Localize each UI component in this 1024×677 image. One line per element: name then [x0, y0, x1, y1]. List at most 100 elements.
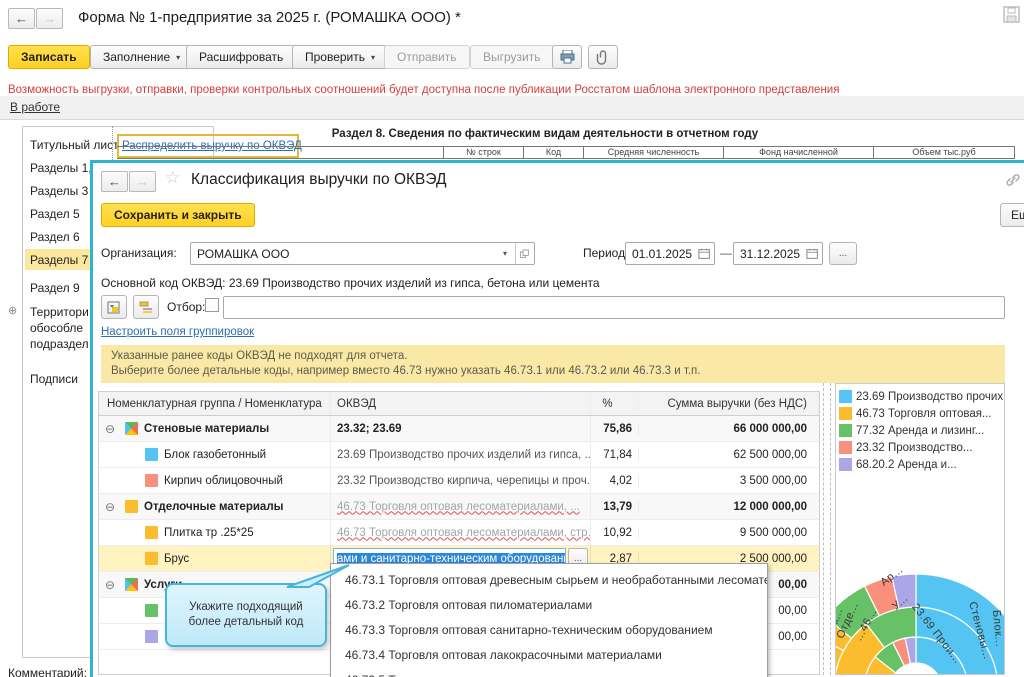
chevron-down-icon[interactable]: ▾	[499, 249, 511, 258]
calendar-icon[interactable]	[806, 247, 822, 261]
row-okved-invalid: 46.73 Торговля оптовая лесоматериалами, …	[337, 526, 591, 539]
table-row[interactable]: Блок газобетонный 23.69 Производство про…	[99, 442, 819, 468]
sidebar-item[interactable]: Разделы 1,2	[30, 161, 98, 175]
open-form-icon[interactable]	[516, 247, 534, 261]
link-icon[interactable]	[1005, 172, 1021, 188]
fill-button[interactable]: Заполнение ▾	[90, 45, 194, 69]
chevron-down-icon: ▾	[176, 52, 181, 62]
group-color-icon	[125, 500, 138, 513]
page-title: Форма № 1-предприятие за 2025 г. (РОМАШК…	[78, 9, 461, 26]
filter-checkbox[interactable]	[205, 298, 219, 312]
sidebar-item[interactable]: Территори обособле подраздел	[30, 304, 89, 352]
period-from-value: 01.01.2025	[632, 246, 693, 261]
row-sum: 62 500 000,00	[733, 448, 807, 461]
dropdown-item[interactable]: 46.73.4 Торговля оптовая лакокрасочными …	[331, 643, 767, 668]
organization-field[interactable]: РОМАШКА ООО ▾	[190, 242, 535, 265]
attach-button[interactable]	[588, 45, 618, 69]
sidebar-item-active[interactable]: Разделы 7	[30, 253, 88, 267]
modal-forward-button[interactable]: →	[129, 171, 156, 192]
group-color-icon	[125, 578, 138, 591]
organization-label: Организация:	[101, 246, 177, 260]
chevron-down-icon: ▾	[371, 52, 376, 62]
row-pct: 75,86	[591, 422, 639, 435]
grouping-icon	[107, 300, 120, 314]
check-button[interactable]: Проверить ▾	[292, 45, 389, 69]
more-button[interactable]: Еще	[1000, 203, 1024, 227]
save-close-button[interactable]: Сохранить и закрыть	[101, 203, 255, 227]
item-color-icon	[145, 630, 158, 643]
collapse-groups-button[interactable]	[133, 295, 159, 319]
favorite-star-icon[interactable]: ☆	[165, 168, 180, 188]
table-scrollbar[interactable]	[823, 383, 831, 675]
column-header: Средняя численность	[583, 147, 723, 158]
period-to-field[interactable]: 31.12.2025	[733, 242, 823, 265]
status-band: В работе	[0, 96, 1024, 120]
setup-grouping-link[interactable]: Настроить поля группировок	[101, 326, 254, 338]
period-from-field[interactable]: 01.01.2025	[625, 242, 715, 265]
group-color-icon	[125, 422, 138, 435]
section8-title: Раздел 8. Сведения по фактическим видам …	[331, 128, 759, 140]
chart-panel: 23.69 Производство прочих... 46.73 Торго…	[835, 383, 1005, 675]
row-name: Кирпич облицовочный	[164, 474, 283, 487]
sidebar-item[interactable]: Разделы 3	[30, 184, 88, 198]
callout-arrow	[286, 564, 350, 588]
row-pct: 13,79	[591, 500, 639, 513]
hint-line2: более детальный код	[188, 616, 304, 628]
table-row[interactable]: ⊖ Стеновые материалы 23.32; 23.69 75,86 6…	[99, 416, 819, 442]
column-header[interactable]: ОКВЭД	[331, 392, 591, 415]
sidebar-item[interactable]: Подписи	[30, 372, 78, 386]
group-list-icon	[139, 301, 152, 313]
sidebar-item[interactable]: Раздел 5	[30, 207, 80, 221]
main-okved-value: 23.69 Производство прочих изделий из гип…	[228, 276, 600, 290]
dropdown-item[interactable]: 46.73.1 Торговля оптовая древесным сырье…	[331, 568, 767, 593]
period-to-value: 31.12.2025	[740, 246, 801, 261]
column-header[interactable]: Номенклатурная группа / Номенклатура	[99, 392, 331, 415]
row-name: Блок газобетонный	[164, 448, 267, 461]
sidebar-item[interactable]: Раздел 6	[30, 230, 80, 244]
table-row[interactable]: ⊖ Отделочные материалы 46.73 Торговля опт…	[99, 494, 819, 520]
table-row[interactable]: Кирпич облицовочный 23.32 Производство к…	[99, 468, 819, 494]
okved-notice: Указанные ранее коды ОКВЭД не подходят д…	[101, 345, 1005, 383]
hint-callout: Укажите подходящий более детальный код	[165, 564, 350, 647]
decrypt-button[interactable]: Расшифровать	[186, 45, 297, 69]
column-header[interactable]: Сумма выручки (без НДС)	[639, 398, 815, 410]
calendar-icon[interactable]	[698, 247, 714, 261]
item-color-icon	[145, 448, 158, 461]
filter-input[interactable]	[223, 296, 1005, 319]
item-color-icon	[145, 552, 158, 565]
dropdown-item[interactable]: 46.73.5 Торговля оптовая листовым стекло…	[331, 668, 767, 677]
section8-table-header: № строк Код Средняя численность Фонд нач…	[117, 146, 1015, 159]
status-link[interactable]: В работе	[10, 100, 60, 114]
sidebar-item[interactable]: Титульный лист	[30, 138, 119, 152]
collapse-icon[interactable]: ⊖	[105, 422, 119, 436]
row-sum: 12 000 000,00	[733, 500, 807, 513]
row-okved: 23.69 Производство прочих изделий из гип…	[331, 442, 591, 467]
period-choose-button[interactable]: ...	[829, 242, 857, 265]
comment-label: Комментарий:	[8, 666, 87, 677]
print-button[interactable]	[552, 45, 582, 69]
export-button[interactable]: Выгрузить	[470, 45, 554, 69]
dropdown-item[interactable]: 46.73.3 Торговля оптовая санитарно-техни…	[331, 618, 767, 643]
dropdown-item[interactable]: 46.73.2 Торговля оптовая пиломатериалами	[331, 593, 767, 618]
row-pct: 71,84	[591, 448, 639, 461]
column-header[interactable]: %	[591, 397, 639, 410]
collapse-icon[interactable]: ⊖	[105, 500, 119, 514]
write-button[interactable]: Записать	[8, 45, 90, 69]
group-by-button[interactable]	[101, 295, 127, 319]
sidebar-splitter[interactable]	[112, 126, 113, 162]
sidebar-item[interactable]: Раздел 9	[30, 281, 80, 295]
notice-line2: Выберите более детальные коды, например …	[111, 365, 701, 377]
column-header: № строк	[443, 147, 523, 158]
table-row[interactable]: Плитка тр .25*25 46.73 Торговля оптовая …	[99, 520, 819, 546]
row-okved: 23.32; 23.69	[331, 416, 591, 441]
column-header: Фонд начисленной	[723, 147, 873, 158]
send-button[interactable]: Отправить	[384, 45, 470, 69]
modal-back-button[interactable]: ←	[101, 171, 128, 192]
save-icon[interactable]	[1003, 6, 1020, 23]
back-button[interactable]: ←	[8, 8, 35, 29]
row-pct: 4,02	[591, 474, 639, 487]
collapse-icon[interactable]: ⊖	[105, 578, 119, 592]
expand-icon[interactable]: ⊕	[8, 304, 17, 317]
item-color-icon	[145, 604, 158, 617]
forward-button[interactable]: →	[36, 8, 63, 29]
